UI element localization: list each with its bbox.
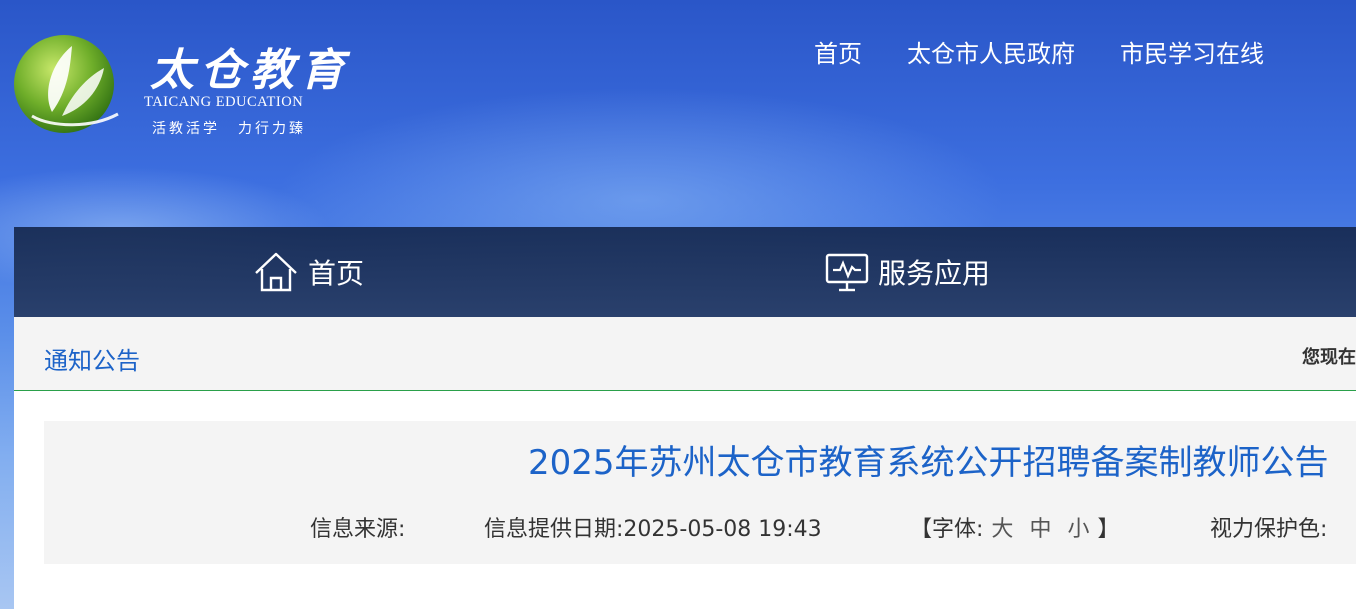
font-close: 】 [1097,517,1120,542]
font-open: 【字体: [910,517,984,542]
source-label: 信息来源: [310,517,406,542]
logo-title: 太仓教育 [150,45,350,96]
article-meta: 信息来源: 信息提供日期:2025-05-08 19:43 【字体: 大中小】 视… [44,511,1356,543]
site-logo[interactable]: 太仓教育 TAICANG EDUCATION 活教活学 力行力臻 [12,30,372,140]
main-nav: 首页 服务应用 [14,227,1356,317]
top-link-government[interactable]: 太仓市人民政府 [907,34,1075,69]
monitor-icon [825,253,869,292]
slogan-left: 活教活学 [152,121,220,137]
nav-home-label: 首页 [308,257,365,290]
font-small-button[interactable]: 小 [1067,517,1089,542]
font-size-switcher: 【字体: 大中小】 [910,511,1119,543]
date-label: 信息提供日期: [484,517,624,542]
logo-english-name: TAICANG EDUCATION [144,94,304,110]
date-value: 2025-05-08 19:43 [623,517,822,542]
slogan-right: 力行力臻 [238,121,306,137]
leaf-logo-icon [14,35,119,133]
breadcrumb: 通知公告 您现在 [14,317,1356,391]
article-header: 2025年苏州太仓市教育系统公开招聘备案制教师公告 信息来源: 信息提供日期:2… [44,421,1356,564]
home-icon [255,252,297,292]
nav-services-label: 服务应用 [878,257,991,290]
top-link-citizen-learning[interactable]: 市民学习在线 [1120,34,1264,69]
logo-slogan: 活教活学 力行力臻 [152,118,306,138]
top-links: 首页 太仓市人民政府 市民学习在线 [814,34,1309,69]
nav-item-services[interactable]: 服务应用 [824,227,990,317]
font-medium-button[interactable]: 中 [1029,517,1051,542]
section-title[interactable]: 通知公告 [44,341,140,376]
font-large-button[interactable]: 大 [991,517,1013,542]
location-label: 您现在 [1302,347,1356,368]
publish-date: 信息提供日期:2025-05-08 19:43 [484,511,822,543]
eye-care-label: 视力保护色: [1210,517,1328,542]
nav-item-home[interactable]: 首页 [252,227,364,317]
content-panel: 通知公告 您现在 2025年苏州太仓市教育系统公开招聘备案制教师公告 信息来源:… [14,317,1356,609]
article-title: 2025年苏州太仓市教育系统公开招聘备案制教师公告 [528,443,1329,483]
top-link-home[interactable]: 首页 [814,34,862,69]
